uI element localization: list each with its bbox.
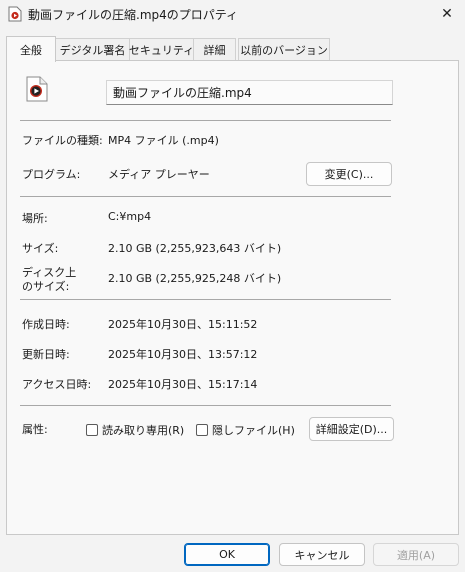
- location-label: 場所:: [22, 212, 48, 225]
- readonly-label[interactable]: 読み取り専用(R): [102, 422, 184, 438]
- disk-size-label: ディスク上 のサイズ:: [22, 266, 76, 294]
- tab-label: セキュリティ: [128, 43, 195, 57]
- tab-details[interactable]: 詳細: [193, 38, 236, 60]
- hidden-checkbox[interactable]: [196, 424, 208, 436]
- separator: [20, 299, 391, 300]
- apply-button[interactable]: 適用(A): [373, 543, 459, 566]
- size-value: 2.10 GB (2,255,923,643 バイト): [108, 242, 282, 255]
- change-program-button[interactable]: 変更(C)...: [306, 162, 392, 186]
- file-type-value: MP4 ファイル (.mp4): [108, 134, 219, 147]
- created-label: 作成日時:: [22, 318, 70, 331]
- attributes-label: 属性:: [22, 423, 48, 436]
- advanced-attributes-button[interactable]: 詳細設定(D)...: [309, 417, 394, 441]
- location-value: C:¥mp4: [108, 210, 152, 223]
- cancel-button[interactable]: キャンセル: [279, 543, 365, 566]
- program-value: メディア プレーヤー: [108, 168, 210, 181]
- program-label: プログラム:: [22, 168, 81, 181]
- file-name-field[interactable]: 動画ファイルの圧縮.mp4: [106, 80, 393, 105]
- tab-label: 全般: [20, 43, 42, 57]
- window-title: 動画ファイルの圧縮.mp4のプロパティ: [28, 8, 239, 22]
- disk-size-label-line2: のサイズ:: [22, 280, 70, 293]
- tab-label: デジタル署名: [59, 43, 126, 57]
- hidden-label[interactable]: 隠しファイル(H): [212, 422, 295, 438]
- modified-label: 更新日時:: [22, 348, 70, 361]
- separator: [20, 405, 391, 406]
- media-file-icon: [26, 76, 48, 102]
- ok-button[interactable]: OK: [184, 543, 270, 566]
- close-button[interactable]: ✕: [434, 3, 460, 25]
- tab-general[interactable]: 全般: [6, 36, 56, 62]
- modified-value: 2025年10月30日、13:57:12: [108, 348, 258, 361]
- disk-size-value: 2.10 GB (2,255,925,248 バイト): [108, 272, 282, 285]
- tab-digital-signature[interactable]: デジタル署名: [55, 38, 130, 60]
- close-icon: ✕: [441, 6, 453, 22]
- disk-size-label-line1: ディスク上: [22, 266, 77, 279]
- separator: [20, 196, 391, 197]
- accessed-label: アクセス日時:: [22, 378, 92, 391]
- separator: [20, 120, 391, 121]
- created-value: 2025年10月30日、15:11:52: [108, 318, 258, 331]
- tab-previous-versions[interactable]: 以前のバージョン: [238, 38, 330, 60]
- accessed-value: 2025年10月30日、15:17:14: [108, 378, 258, 391]
- readonly-checkbox[interactable]: [86, 424, 98, 436]
- tab-label: 以前のバージョン: [240, 43, 328, 57]
- size-label: サイズ:: [22, 242, 59, 255]
- file-type-label: ファイルの種類:: [22, 134, 103, 147]
- title-bar: 動画ファイルの圧縮.mp4のプロパティ ✕: [0, 0, 465, 30]
- tab-security[interactable]: セキュリティ: [129, 38, 194, 60]
- media-file-icon: [8, 6, 22, 22]
- tab-label: 詳細: [203, 43, 226, 57]
